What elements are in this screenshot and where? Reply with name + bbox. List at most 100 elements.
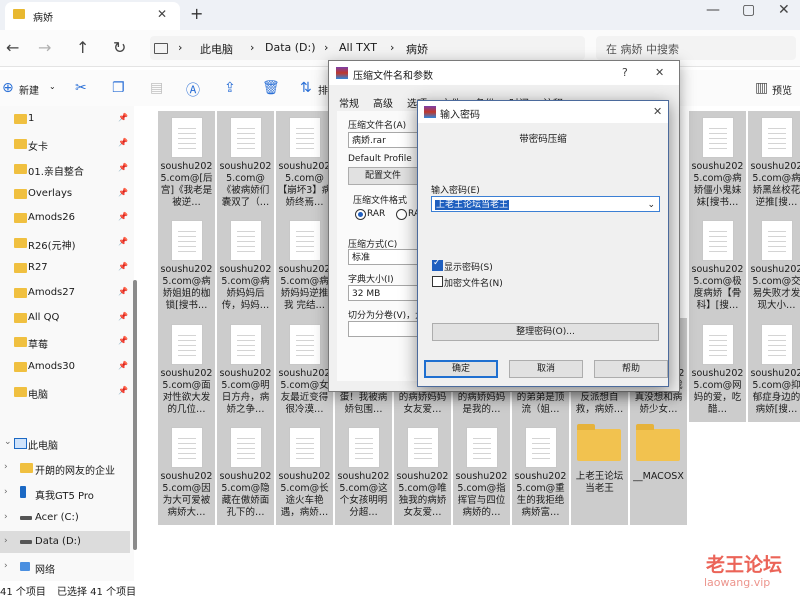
file-item[interactable]: soushu2025.com@抑郁症身边的病娇[搜… xyxy=(748,318,800,422)
file-item[interactable]: soushu2025.com@女友最近变得很冷漠… xyxy=(276,318,333,422)
file-item[interactable]: soushu2025.com@病娇妈妈后传，妈妈… xyxy=(217,214,274,318)
sidebar-item-amods27[interactable]: Amods27 📌 xyxy=(0,282,130,304)
sidebar-device-enterprise[interactable]: › 开朗的网友的企业 xyxy=(0,457,130,479)
tab-general[interactable]: 常规 xyxy=(339,95,359,110)
file-item[interactable]: soushu2025.com@隐藏在傲娇面孔下的… xyxy=(217,421,274,525)
sort-icon[interactable]: ⇅ xyxy=(300,80,312,96)
sidebar-item-allqq[interactable]: All QQ 📌 xyxy=(0,307,130,329)
preview-button[interactable]: 预览 xyxy=(772,82,792,97)
file-item[interactable]: soushu2025.com@明日方舟，病娇之争… xyxy=(217,318,274,422)
sidebar-item-r26[interactable]: R26(元神) 📌 xyxy=(0,232,130,254)
sidebar-drive-d[interactable]: › Data (D:) xyxy=(0,531,130,553)
file-item[interactable]: soushu2025.com@交易失败才发现大小… xyxy=(748,214,800,318)
file-item[interactable]: soushu2025.com@【崩坏3】病娇终焉… xyxy=(276,111,333,215)
file-item[interactable]: soushu2025.com@长途火车艳遇，病娇… xyxy=(276,421,333,525)
breadcrumb[interactable]: › 此电脑 › Data (D:) › All TXT › 病娇 xyxy=(150,36,585,60)
sidebar-item-r27[interactable]: R27 📌 xyxy=(0,257,130,279)
file-item[interactable]: soushu2025.com@因为大可爱被病娇大… xyxy=(158,421,215,525)
tab-advanced[interactable]: 高级 xyxy=(373,95,393,110)
cut-icon[interactable]: ✂ xyxy=(75,80,87,96)
breadcrumb-data-d[interactable]: Data (D:) xyxy=(265,41,316,54)
sidebar-item-1[interactable]: 1 📌 xyxy=(0,108,130,130)
file-item[interactable]: 上老王论坛当老王 xyxy=(571,421,628,525)
preview-icon[interactable]: ▥ xyxy=(755,80,768,96)
chevron-down-icon[interactable]: ⌄ xyxy=(49,82,56,91)
new-button[interactable]: 新建 xyxy=(19,82,39,97)
up-icon[interactable]: ↑ xyxy=(76,38,89,57)
chevron-right-icon[interactable]: › xyxy=(4,487,8,497)
share-icon[interactable]: ⇪ xyxy=(224,80,236,96)
password-dialog-titlebar[interactable]: 输入密码 ✕ xyxy=(418,101,668,123)
file-item[interactable]: soushu2025.com@病娇僵小鬼妹妹[搜书… xyxy=(689,111,746,215)
profile-button[interactable]: 配置文件 xyxy=(348,167,418,185)
sidebar-item-01[interactable]: 01.亲自整合 📌 xyxy=(0,158,130,180)
new-icon[interactable]: ⊕ xyxy=(2,80,14,96)
file-item[interactable]: __MACOSX xyxy=(630,421,687,525)
file-item[interactable]: soushu2025.com@指挥官与四位病娇的… xyxy=(453,421,510,525)
forward-icon[interactable]: → xyxy=(38,38,51,57)
file-item[interactable]: soushu2025.com@病娇黑丝校花逆推[搜… xyxy=(748,111,800,215)
help-icon[interactable]: ? xyxy=(622,66,628,79)
close-icon[interactable]: ✕ xyxy=(655,66,664,79)
copy-icon[interactable]: ❐ xyxy=(112,80,125,96)
refresh-icon[interactable]: ↻ xyxy=(113,38,126,57)
chevron-right-icon[interactable]: › xyxy=(4,536,8,546)
file-item[interactable]: soushu2025.com@病娇姐姐的枷锁[搜书… xyxy=(158,214,215,318)
archive-name-input[interactable]: 病娇.rar xyxy=(348,132,418,148)
file-item[interactable]: soushu2025.com@[后宫]《我老是被逆… xyxy=(158,111,215,215)
sidebar-this-pc[interactable]: ⌄ 此电脑 xyxy=(0,432,130,454)
sidebar-device-phone[interactable]: › 真我GT5 Pro xyxy=(0,482,130,504)
chevron-right-icon[interactable]: › xyxy=(4,462,8,472)
sidebar-item-diannao[interactable]: 电脑 📌 xyxy=(0,381,130,403)
breadcrumb-all-txt[interactable]: All TXT xyxy=(339,41,377,54)
chevron-right-icon[interactable]: › xyxy=(4,561,8,571)
delete-icon[interactable]: 🗑 xyxy=(262,80,280,96)
new-tab-button[interactable]: + xyxy=(190,4,203,23)
archive-dialog-titlebar[interactable]: 压缩文件名和参数 ? ✕ xyxy=(329,61,679,85)
paste-icon[interactable]: ▤ xyxy=(150,80,163,96)
file-item[interactable]: soushu2025.com@面对性欲大发的几位… xyxy=(158,318,215,422)
sidebar-network[interactable]: › 网络 xyxy=(0,556,130,578)
rename-icon[interactable]: Ⓐ xyxy=(186,80,200,100)
format-other-radio[interactable] xyxy=(396,209,407,220)
file-item[interactable]: soushu2025.com@《被病娇们囊双了（… xyxy=(217,111,274,215)
format-rar-radio[interactable] xyxy=(355,209,366,220)
sidebar-item-amods30[interactable]: Amods30 📌 xyxy=(0,356,130,378)
file-item[interactable]: soushu2025.com@重生的我拒绝病娇富… xyxy=(512,421,569,525)
file-item[interactable]: soushu2025.com@唯独我的病娇女友爱… xyxy=(394,421,451,525)
organize-passwords-button[interactable]: 整理密码(O)... xyxy=(432,323,659,341)
breadcrumb-bingjiao[interactable]: 病娇 xyxy=(406,41,428,57)
password-input[interactable]: 上老王论坛当老王 ⌄ xyxy=(431,196,660,212)
back-icon[interactable]: ← xyxy=(6,38,19,57)
help-button[interactable]: 帮助 xyxy=(594,360,668,378)
show-password-checkbox[interactable] xyxy=(432,258,443,271)
sidebar-item-nvka[interactable]: 女卡 📌 xyxy=(0,133,130,155)
file-item[interactable]: soushu2025.com@这个女孩明明分超… xyxy=(335,421,392,525)
close-window-icon[interactable]: ✕ xyxy=(778,2,790,18)
maximize-icon[interactable]: ▢ xyxy=(742,2,755,18)
sort-button[interactable]: 排 xyxy=(318,82,328,97)
search-input[interactable]: 在 病娇 中搜索 xyxy=(596,36,796,60)
sidebar-scrollbar[interactable] xyxy=(133,280,137,550)
tab-bingjiao[interactable]: 病娇 ✕ xyxy=(5,2,180,30)
file-item[interactable]: soushu2025.com@极度病娇【骨科】[搜… xyxy=(689,214,746,318)
close-tab-icon[interactable]: ✕ xyxy=(157,7,167,21)
ok-button[interactable]: 确定 xyxy=(424,360,498,378)
file-item[interactable]: soushu2025.com@网妈的爱，吃醋… xyxy=(689,318,746,422)
sidebar-item-amods26[interactable]: Amods26 📌 xyxy=(0,207,130,229)
chevron-right-icon[interactable]: › xyxy=(4,512,8,522)
minimize-icon[interactable]: — xyxy=(706,2,720,18)
cancel-button[interactable]: 取消 xyxy=(509,360,583,378)
chevron-down-icon[interactable]: ⌄ xyxy=(647,197,655,213)
breadcrumb-this-pc[interactable]: 此电脑 xyxy=(200,41,233,57)
split-input[interactable] xyxy=(348,321,418,337)
sidebar-item-overlays[interactable]: Overlays 📌 xyxy=(0,183,130,205)
sidebar-drive-c[interactable]: › Acer (C:) xyxy=(0,507,130,529)
sidebar-item-caomei[interactable]: 草莓 📌 xyxy=(0,331,130,353)
dict-select[interactable]: 32 MB xyxy=(348,285,418,301)
method-select[interactable]: 标准 xyxy=(348,249,418,265)
encrypt-names-checkbox[interactable] xyxy=(432,276,443,287)
file-item[interactable]: soushu2025.com@病娇妈妈逆推我 完结… xyxy=(276,214,333,318)
chevron-down-icon[interactable]: ⌄ xyxy=(4,437,12,447)
close-icon[interactable]: ✕ xyxy=(653,105,662,118)
